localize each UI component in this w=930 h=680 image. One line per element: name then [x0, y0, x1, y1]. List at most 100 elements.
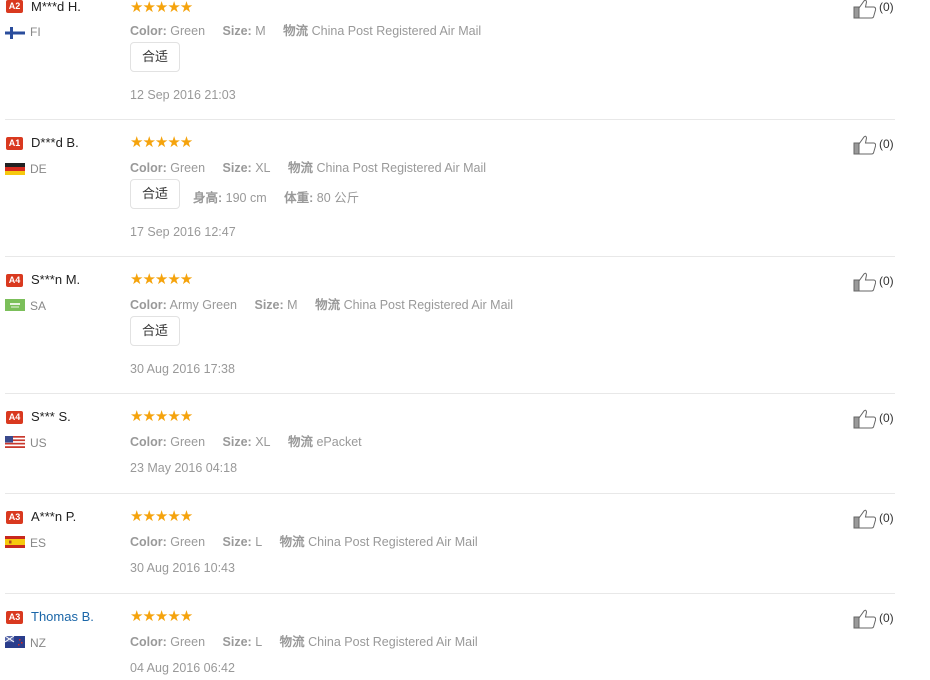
- height-label: 身高:: [193, 191, 223, 205]
- size-value: L: [255, 635, 263, 649]
- shipping-label: 物流: [279, 635, 305, 649]
- fit-tag: 合适: [130, 316, 181, 346]
- shipping-label: 物流: [287, 161, 313, 175]
- size-label: Size:: [222, 161, 252, 175]
- body-measurements: 身高: 190 cm 体重: 80 公斤: [193, 187, 373, 206]
- size-value: L: [255, 535, 263, 549]
- weight-label: 体重:: [284, 191, 314, 205]
- review-date: 30 Aug 2016 10:43: [130, 561, 235, 575]
- shipping-value: China Post Registered Air Mail: [308, 535, 478, 549]
- size-label: Size:: [222, 24, 252, 38]
- rating-stars: ★★★★★: [130, 508, 193, 525]
- thumbs-up-icon[interactable]: [853, 272, 877, 292]
- height-value: 190 cm: [225, 191, 267, 205]
- reviewer-name: M***d H.: [31, 0, 81, 14]
- thumbs-up-icon[interactable]: [853, 509, 877, 529]
- flag-de-icon: [5, 163, 25, 175]
- buyer-level-badge: A2: [6, 0, 23, 13]
- reviewer-country: FI: [30, 25, 41, 39]
- size-label: Size:: [222, 635, 252, 649]
- thumbs-up-icon[interactable]: [853, 0, 877, 19]
- like-count[interactable]: (0): [879, 0, 894, 14]
- like-count[interactable]: (0): [879, 611, 894, 625]
- color-label: Color:: [130, 535, 167, 549]
- like-count[interactable]: (0): [879, 137, 894, 151]
- review-date: 30 Aug 2016 17:38: [130, 362, 235, 376]
- color-value: Green: [170, 635, 206, 649]
- reviewer-name-link[interactable]: Thomas B.: [31, 609, 94, 624]
- review-item: A3 A***n P. ES ★★★★★ Color: Green Size: …: [5, 494, 895, 594]
- order-info: Color: Army Green Size: M 物流 China Post …: [130, 294, 527, 313]
- fit-tag: 合适: [130, 179, 181, 209]
- reviewer-name: A***n P.: [31, 509, 77, 524]
- color-label: Color:: [130, 161, 167, 175]
- buyer-level-badge: A3: [6, 511, 23, 524]
- thumbs-up-icon[interactable]: [853, 409, 877, 429]
- buyer-level-badge: A3: [6, 611, 23, 624]
- flag-fi-icon: [5, 27, 25, 39]
- shipping-value: China Post Registered Air Mail: [343, 298, 514, 312]
- weight-value: 80 公斤: [316, 191, 360, 205]
- shipping-value: China Post Registered Air Mail: [308, 635, 478, 649]
- reviewer-country: NZ: [30, 636, 46, 650]
- size-label: Size:: [222, 535, 252, 549]
- color-value: Green: [170, 435, 206, 449]
- buyer-level-badge: A4: [6, 274, 23, 287]
- size-label: Size:: [222, 435, 252, 449]
- reviewer-country: ES: [30, 536, 47, 550]
- shipping-label: 物流: [315, 298, 341, 312]
- rating-stars: ★★★★★: [130, 408, 193, 425]
- buyer-level-badge: A1: [6, 137, 23, 150]
- review-date: 04 Aug 2016 06:42: [130, 661, 235, 675]
- thumbs-up-icon[interactable]: [853, 135, 877, 155]
- flag-us-icon: [5, 436, 25, 448]
- like-count[interactable]: (0): [879, 411, 894, 425]
- review-date: 12 Sep 2016 21:03: [130, 88, 236, 102]
- reviewer-country: DE: [30, 162, 47, 176]
- shipping-label: 物流: [283, 24, 309, 38]
- fit-tag: 合适: [130, 42, 181, 72]
- shipping-value: China Post Registered Air Mail: [311, 24, 482, 38]
- color-label: Color:: [130, 24, 167, 38]
- color-value: Green: [170, 535, 206, 549]
- shipping-value: ePacket: [316, 435, 362, 449]
- reviewer-name: S*** S.: [31, 409, 71, 424]
- flag-sa-icon: [5, 299, 25, 311]
- reviewer-name: D***d B.: [31, 135, 79, 150]
- order-info: Color: Green Size: M 物流 China Post Regis…: [130, 20, 495, 39]
- thumbs-up-icon[interactable]: [853, 609, 877, 629]
- size-value: M: [255, 24, 266, 38]
- order-info: Color: Green Size: XL 物流 ePacket: [130, 431, 376, 450]
- shipping-value: China Post Registered Air Mail: [316, 161, 487, 175]
- like-count[interactable]: (0): [879, 511, 894, 525]
- like-count[interactable]: (0): [879, 274, 894, 288]
- order-info: Color: Green Size: L 物流 China Post Regis…: [130, 531, 492, 550]
- flag-nz-icon: [5, 636, 25, 648]
- flag-es-icon: [5, 536, 25, 548]
- size-label: Size:: [254, 298, 284, 312]
- review-item: A2 M***d H. FI ★★★★★ Color: Green Size: …: [5, 0, 895, 120]
- shipping-label: 物流: [279, 535, 305, 549]
- buyer-level-badge: A4: [6, 411, 23, 424]
- shipping-label: 物流: [287, 435, 313, 449]
- review-item: A1 D***d B. DE ★★★★★ Color: Green Size: …: [5, 120, 895, 257]
- review-item: A4 S*** S. US ★★★★★ Color: Green Size: X…: [5, 394, 895, 494]
- reviewer-name: S***n M.: [31, 272, 81, 287]
- reviewer-country: US: [30, 436, 47, 450]
- order-info: Color: Green Size: L 物流 China Post Regis…: [130, 631, 492, 650]
- color-value: Army Green: [169, 298, 237, 312]
- color-label: Color:: [130, 635, 167, 649]
- rating-stars: ★★★★★: [130, 608, 193, 625]
- color-label: Color:: [130, 298, 167, 312]
- rating-stars: ★★★★★: [130, 271, 193, 288]
- review-date: 17 Sep 2016 12:47: [130, 225, 236, 239]
- color-value: Green: [170, 24, 206, 38]
- reviewer-country: SA: [30, 299, 47, 313]
- review-date: 23 May 2016 04:18: [130, 461, 238, 475]
- size-value: XL: [255, 161, 271, 175]
- size-value: XL: [255, 435, 271, 449]
- review-item: A3 Thomas B. NZ ★★★★★ Color: Green Size:…: [5, 594, 895, 680]
- color-value: Green: [170, 161, 206, 175]
- color-label: Color:: [130, 435, 167, 449]
- size-value: M: [287, 298, 298, 312]
